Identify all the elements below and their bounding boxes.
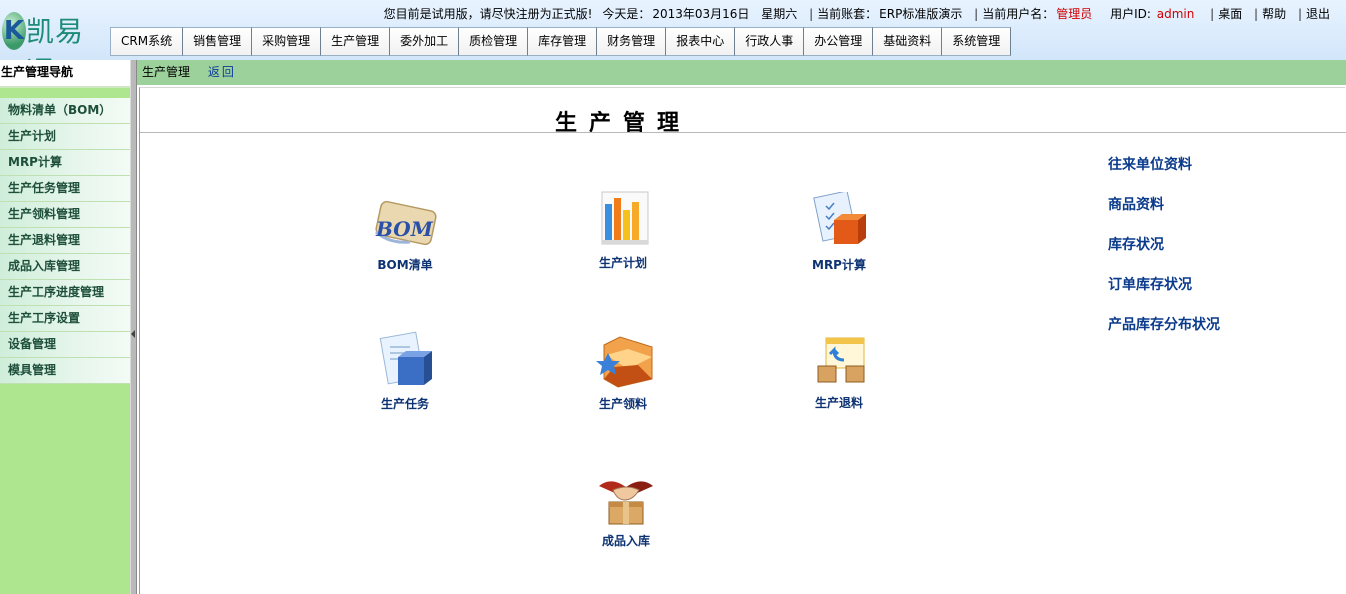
nav-production[interactable]: 生产管理 [321, 27, 391, 56]
tile-production-plan-label: 生产计划 [598, 256, 647, 270]
nav-outsourcing[interactable]: 委外加工 [390, 27, 460, 56]
separator: | [1254, 7, 1259, 21]
sidebar-item-bom[interactable]: 物料清单（BOM） [0, 98, 130, 124]
separator: | [809, 7, 814, 21]
link-order-inventory[interactable]: 订单库存状况 [1108, 274, 1192, 294]
trial-notice: 您目前是试用版，请尽快注册为正式版! [383, 7, 593, 21]
task-box-icon [370, 331, 440, 393]
link-inventory-status[interactable]: 库存状况 [1108, 234, 1164, 254]
handshake-box-icon [591, 468, 661, 530]
separator: | [1210, 7, 1215, 21]
tile-finished-stockin-label: 成品入库 [601, 534, 650, 548]
tile-material-picking-label: 生产领料 [598, 397, 647, 411]
tile-mrp[interactable]: MRP计算 [784, 190, 894, 273]
main-panel: 生产管理 返回 生产管理 BOM BOM清单 生产计划 MRP计算 生产任务 生… [137, 60, 1346, 594]
nav-purchase[interactable]: 采购管理 [252, 27, 322, 56]
content-area: 生产管理 BOM BOM清单 生产计划 MRP计算 生产任务 生产领料 生产退料… [139, 87, 1346, 594]
bom-icon: BOM [370, 192, 440, 254]
account-label: 当前账套： [817, 7, 878, 21]
svg-text:BOM: BOM [375, 217, 434, 241]
nav-office[interactable]: 办公管理 [804, 27, 874, 56]
link-partner-info[interactable]: 往来单位资料 [1108, 154, 1192, 174]
logout-link[interactable]: 退出 [1306, 7, 1330, 21]
sidebar-item-material-return[interactable]: 生产退料管理 [0, 228, 130, 254]
back-link[interactable]: 返回 [208, 65, 236, 79]
desktop-link[interactable]: 桌面 [1218, 7, 1242, 21]
sidebar-spacer [0, 88, 130, 98]
today-label: 今天是： [602, 7, 651, 21]
sidebar-item-finished-stockin[interactable]: 成品入库管理 [0, 254, 130, 280]
user-name: 管理员 [1056, 7, 1093, 21]
collapse-arrow-icon[interactable] [131, 330, 135, 338]
folder-star-icon [588, 331, 658, 393]
sidebar: 生产管理导航 物料清单（BOM） 生产计划 MRP计算 生产任务管理 生产领料管… [0, 60, 130, 594]
nav-system[interactable]: 系统管理 [942, 27, 1012, 56]
tile-bom-label: BOM清单 [377, 258, 433, 272]
help-link[interactable]: 帮助 [1262, 7, 1286, 21]
account-name: ERP标准版演示 [879, 7, 963, 21]
nav-crm[interactable]: CRM系统 [110, 27, 184, 56]
sidebar-title: 生产管理导航 [0, 60, 130, 88]
tile-production-task-label: 生产任务 [380, 397, 429, 411]
app-logo: K 凯易通 [0, 4, 108, 88]
tile-finished-stockin[interactable]: 成品入库 [571, 468, 681, 549]
sidebar-item-process-progress[interactable]: 生产工序进度管理 [0, 280, 130, 306]
nav-finance[interactable]: 财务管理 [597, 27, 667, 56]
return-box-icon [804, 330, 874, 392]
title-divider [140, 132, 1346, 133]
nav-hr[interactable]: 行政人事 [735, 27, 805, 56]
sidebar-item-equipment[interactable]: 设备管理 [0, 332, 130, 358]
user-id: admin [1156, 7, 1195, 21]
separator: | [974, 7, 979, 21]
userid-label: 用户ID: [1110, 7, 1151, 21]
tile-material-return-label: 生产退料 [814, 396, 863, 410]
logo-k-icon: K [2, 12, 26, 50]
sidebar-item-production-task[interactable]: 生产任务管理 [0, 176, 130, 202]
tile-production-task[interactable]: 生产任务 [350, 331, 460, 412]
tile-production-plan[interactable]: 生产计划 [568, 190, 678, 271]
breadcrumb: 生产管理 返回 [137, 60, 1346, 85]
nav-basic-data[interactable]: 基础资料 [873, 27, 943, 56]
sidebar-item-material-picking[interactable]: 生产领料管理 [0, 202, 130, 228]
link-product-distribution[interactable]: 产品库存分布状况 [1108, 314, 1220, 334]
mrp-icon [804, 190, 874, 254]
app-header: K 凯易通 您目前是试用版，请尽快注册为正式版! 今天是：2013年03月16日… [0, 0, 1346, 88]
tile-material-return[interactable]: 生产退料 [784, 330, 894, 411]
sidebar-item-process-settings[interactable]: 生产工序设置 [0, 306, 130, 332]
top-info-bar: 您目前是试用版，请尽快注册为正式版! 今天是： 2013年03月16日 星期六 |… [384, 6, 1332, 22]
tile-material-picking[interactable]: 生产领料 [568, 331, 678, 412]
nav-sales[interactable]: 销售管理 [183, 27, 253, 56]
breadcrumb-current: 生产管理 [142, 65, 191, 79]
tile-bom[interactable]: BOM BOM清单 [350, 192, 460, 273]
current-date: 2013年03月16日 [652, 7, 750, 21]
sidebar-splitter[interactable] [130, 60, 137, 594]
nav-inventory[interactable]: 库存管理 [528, 27, 598, 56]
tile-mrp-label: MRP计算 [812, 258, 866, 272]
nav-reports[interactable]: 报表中心 [666, 27, 736, 56]
separator: | [1297, 7, 1302, 21]
sidebar-item-mrp[interactable]: MRP计算 [0, 150, 130, 176]
sidebar-item-molds[interactable]: 模具管理 [0, 358, 130, 384]
main-nav: CRM系统 销售管理 采购管理 生产管理 委外加工 质检管理 库存管理 财务管理… [110, 27, 1012, 56]
weekday: 星期六 [761, 7, 798, 21]
bar-chart-icon [588, 190, 658, 252]
sidebar-item-production-plan[interactable]: 生产计划 [0, 124, 130, 150]
user-label: 当前用户名： [982, 7, 1055, 21]
link-product-info[interactable]: 商品资料 [1108, 194, 1164, 214]
nav-quality[interactable]: 质检管理 [459, 27, 529, 56]
